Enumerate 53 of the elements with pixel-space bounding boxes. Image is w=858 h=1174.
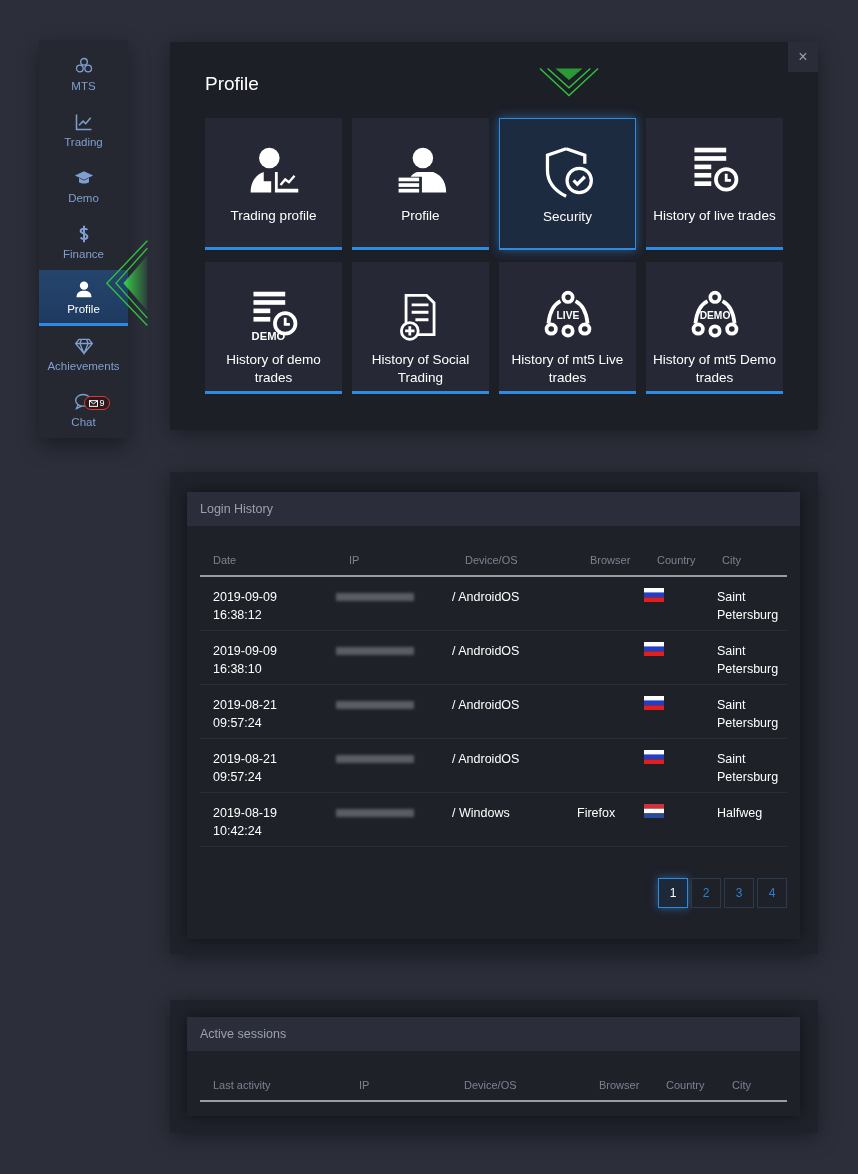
column-header: IP	[358, 1079, 371, 1091]
message-count-badge: 9	[83, 396, 110, 411]
column-header: Date	[212, 554, 238, 566]
chart-icon	[73, 112, 94, 132]
column-header: Browser	[598, 1079, 641, 1091]
table-cell-text: / AndroidOS	[452, 643, 521, 660]
sidebar-item[interactable]: Demo	[39, 158, 128, 214]
table-cell-text: 2019-08-21 09:57:24	[212, 751, 278, 786]
table-cell-text: / AndroidOS	[452, 751, 521, 768]
column-header: IP	[348, 554, 361, 566]
table-cell-text: Saint Petersburg	[716, 697, 780, 732]
pointer-chevron-drawing	[538, 66, 600, 98]
table-cell-text: 2019-09-09 16:38:10	[212, 643, 278, 678]
table-cell-text: 2019-08-21 09:57:24	[212, 697, 278, 732]
table-cell-text: / AndroidOS	[452, 589, 521, 606]
sidebar-item[interactable]: Achievements	[39, 326, 128, 383]
column-header: Device/OS	[464, 554, 519, 566]
column-header: Device/OS	[463, 1079, 518, 1091]
column-header: City	[721, 554, 742, 566]
menu-tile[interactable]: Trading profile	[205, 118, 342, 250]
sidebar-item[interactable]: MTS	[39, 46, 128, 102]
page-button[interactable]: 3	[724, 878, 754, 908]
sidebar-item[interactable]: Finance	[39, 214, 128, 270]
menu-tile[interactable]: History of live trades	[646, 118, 783, 250]
card-header: Login History	[187, 492, 800, 526]
sidebar-item[interactable]: 9 Chat	[39, 382, 128, 439]
table-cell-text: Firefox	[577, 805, 616, 822]
column-header: City	[731, 1079, 752, 1091]
table-cell-text: 2019-08-19 10:42:24	[212, 805, 278, 840]
card-header: Active sessions	[187, 1017, 800, 1051]
table-cell-text: Saint Petersburg	[716, 589, 780, 624]
table-cell-text: Saint Petersburg	[716, 643, 780, 678]
menu-tile[interactable]: DEMO History of mt5 Demo trades	[646, 262, 783, 394]
sidebar-item[interactable]: Trading	[39, 102, 128, 158]
table-cell-text: 2019-09-09 16:38:12	[212, 589, 278, 624]
column-header: Browser	[589, 554, 632, 566]
menu-tile[interactable]: Profile	[352, 118, 489, 250]
table-cell-text: / AndroidOS	[452, 697, 521, 714]
page-button[interactable]: 1	[658, 878, 688, 908]
menu-tile[interactable]: History of Social Trading	[352, 262, 489, 394]
page-button[interactable]: 2	[691, 878, 721, 908]
column-header: Country	[656, 554, 697, 566]
diamond-icon	[73, 336, 94, 357]
column-header: Last activity	[212, 1079, 272, 1091]
table-cell-text: / Windows	[452, 805, 511, 822]
menu-tile[interactable]: Security	[499, 118, 636, 250]
panel-title: Profile	[205, 73, 259, 95]
page-button[interactable]: 4	[757, 878, 787, 908]
close-button[interactable]: ×	[788, 42, 818, 72]
menu-tile[interactable]: LIVE History of mt5 Live trades	[499, 262, 636, 394]
table-cell-text: Saint Petersburg	[716, 751, 780, 786]
table-cell-text: Halfweg	[716, 805, 764, 822]
column-header: Country	[665, 1079, 706, 1091]
